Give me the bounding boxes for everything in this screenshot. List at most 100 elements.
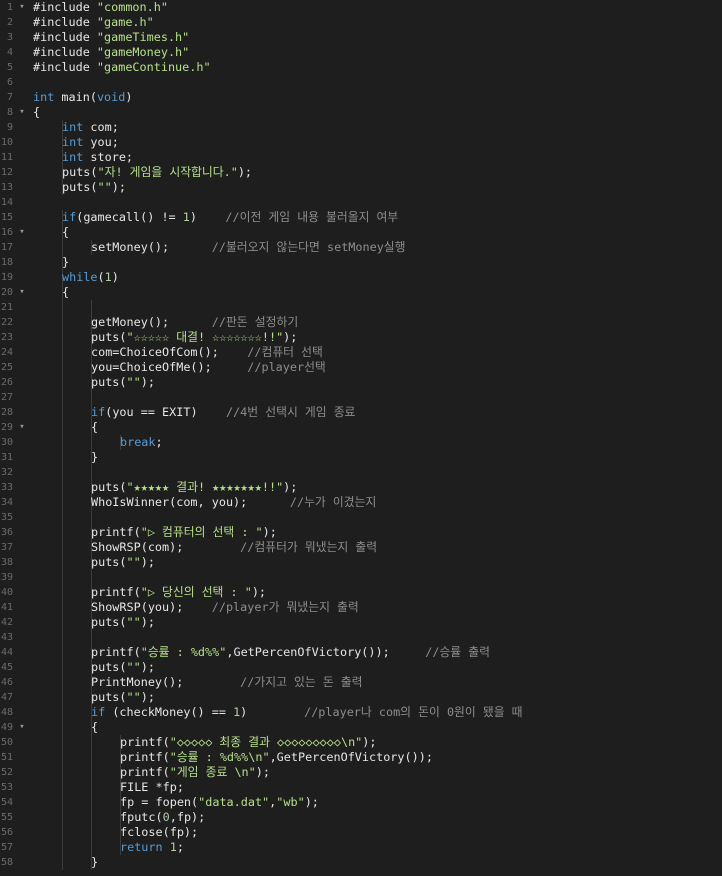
indent-guide — [91, 780, 92, 795]
code-text: } — [91, 450, 98, 465]
line-number: 3 — [6, 32, 13, 43]
code-line[interactable]: 3 #include "gameTimes.h" — [0, 30, 722, 45]
code-line[interactable]: 9 int com; — [0, 120, 722, 135]
code-token: } — [62, 255, 70, 269]
code-token: ); — [251, 585, 267, 599]
code-token: //player가 뭐냈는지 출력 — [211, 600, 359, 614]
fold-toggle-icon[interactable]: ▾ — [17, 720, 27, 735]
code-line[interactable]: 7 int main(void) — [0, 90, 722, 105]
code-line[interactable]: 55 fputc(0,fp); — [0, 810, 722, 825]
code-text: ShowRSP(com); //컴퓨터가 뭐냈는지 출력 — [91, 540, 377, 555]
code-line[interactable]: 17 setMoney(); //불러오지 않는다면 setMoney실행 — [0, 240, 722, 255]
code-line[interactable]: 10 int you; — [0, 135, 722, 150]
code-token: (checkMoney() == — [105, 705, 234, 719]
code-text: puts(""); — [91, 660, 155, 675]
code-line[interactable]: 48 if (checkMoney() == 1) //player나 com의 … — [0, 705, 722, 720]
code-line[interactable]: 28 if(you == EXIT) //4번 선택시 게임 종료 — [0, 405, 722, 420]
code-token: 0 — [162, 810, 170, 824]
code-line[interactable]: 44 printf("승률 : %d%%",GetPercenOfVictory(… — [0, 645, 722, 660]
code-line[interactable]: 33 puts("★★★★★ 결과! ★★★★★★★!!"); — [0, 480, 722, 495]
code-token: ); — [140, 615, 155, 629]
code-token: if — [62, 210, 77, 224]
code-line[interactable]: 36 printf("▷ 컴퓨터의 선택 : "); — [0, 525, 722, 540]
code-line[interactable]: 29 ▾ { — [0, 420, 722, 435]
code-line[interactable]: 16 ▾ { — [0, 225, 722, 240]
code-line[interactable]: 24 com=ChoiceOfCom(); //컴퓨터 선택 — [0, 345, 722, 360]
code-line[interactable]: 35 — [0, 510, 722, 525]
code-line[interactable]: 2 #include "game.h" — [0, 15, 722, 30]
code-line[interactable]: 58} — [0, 855, 722, 870]
code-line[interactable]: 13 puts(""); — [0, 180, 722, 195]
code-line[interactable]: 12 puts("자! 게임을 시작합니다."); — [0, 165, 722, 180]
code-token: "common.h" — [96, 0, 168, 14]
code-line[interactable]: 56 fclose(fp); — [0, 825, 722, 840]
code-token: ; — [176, 840, 184, 854]
code-token: ); — [237, 165, 253, 179]
code-line[interactable]: 14 — [0, 195, 722, 210]
code-line[interactable]: 22 getMoney(); //판돈 설정하기 — [0, 315, 722, 330]
code-token: int — [62, 135, 84, 149]
code-token: "★★★★★ 결과! ★★★★★★★!!" — [126, 480, 284, 494]
indent-guide — [62, 705, 63, 720]
code-token: WhoIsWinner(com, you); — [91, 495, 290, 509]
code-line[interactable]: 27 — [0, 390, 722, 405]
code-line[interactable]: 25 you=ChoiceOfMe(); //player선택 — [0, 360, 722, 375]
code-line[interactable]: 38 puts(""); — [0, 555, 722, 570]
code-line[interactable]: 20 ▾ { — [0, 285, 722, 300]
code-line[interactable]: 21 — [0, 300, 722, 315]
code-line[interactable]: 5 #include "gameContinue.h" — [0, 60, 722, 75]
code-token: "자! 게임을 시작합니다." — [97, 165, 238, 179]
code-line[interactable]: 4 #include "gameMoney.h" — [0, 45, 722, 60]
code-line[interactable]: 34 WhoIsWinner(com, you); //누가 이겼는지 — [0, 495, 722, 510]
line-number: 9 — [6, 122, 13, 133]
code-line[interactable]: 54 fp = fopen("data.dat","wb"); — [0, 795, 722, 810]
code-token: ); — [140, 690, 155, 704]
indent-guide — [62, 720, 63, 735]
code-token: ( — [97, 270, 105, 284]
code-line[interactable]: 39 — [0, 570, 722, 585]
code-line[interactable]: 51 printf("승률 : %d%%\n",GetPercenOfVictor… — [0, 750, 722, 765]
fold-toggle-icon[interactable]: ▾ — [17, 225, 27, 240]
code-token: "게임 종료 \n" — [169, 765, 256, 779]
code-line[interactable]: 31} — [0, 450, 722, 465]
code-line[interactable]: 23 puts("☆☆☆☆☆ 대결! ☆☆☆☆☆☆☆!!"); — [0, 330, 722, 345]
code-line[interactable]: 42 puts(""); — [0, 615, 722, 630]
code-line[interactable]: 1 ▾ #include "common.h" — [0, 0, 722, 15]
code-line[interactable]: 49 ▾ { — [0, 720, 722, 735]
code-line[interactable]: 47 puts(""); — [0, 690, 722, 705]
code-line[interactable]: 30 break; — [0, 435, 722, 450]
fold-toggle-icon[interactable]: ▾ — [17, 105, 27, 120]
code-line[interactable]: 43 — [0, 630, 722, 645]
code-editor[interactable]: 1 ▾ #include "common.h" 2 #include "game.h" 3… — [0, 0, 722, 876]
code-line[interactable]: 11 int store; — [0, 150, 722, 165]
fold-toggle-icon[interactable]: ▾ — [17, 285, 27, 300]
code-line[interactable]: 46 PrintMoney(); //가지고 있는 돈 출력 — [0, 675, 722, 690]
code-line[interactable]: 19 while(1) — [0, 270, 722, 285]
code-line[interactable]: 6 — [0, 75, 722, 90]
code-line[interactable]: 37 ShowRSP(com); //컴퓨터가 뭐냈는지 출력 — [0, 540, 722, 555]
code-line[interactable]: 57 return 1; — [0, 840, 722, 855]
code-line[interactable]: 15 if(gamecall() != 1) //이전 게임 내용 불러올지 여부 — [0, 210, 722, 225]
code-line[interactable]: 50 printf("◇◇◇◇◇ 최종 결과 ◇◇◇◇◇◇◇◇◇\n"); — [0, 735, 722, 750]
fold-toggle-icon[interactable]: ▾ — [17, 0, 27, 15]
code-line[interactable]: 26 puts(""); — [0, 375, 722, 390]
code-line[interactable]: 45 puts(""); — [0, 660, 722, 675]
code-line[interactable]: 40 printf("▷ 당신의 선택 : "); — [0, 585, 722, 600]
code-token: //이전 게임 내용 불러올지 여부 — [225, 210, 399, 224]
code-line[interactable]: 41 ShowRSP(you); //player가 뭐냈는지 출력 — [0, 600, 722, 615]
code-line[interactable]: 8 ▾ { — [0, 105, 722, 120]
code-token: ); — [140, 375, 155, 389]
code-token: "승률 : %d%%" — [140, 645, 227, 659]
code-token: int — [62, 120, 84, 134]
fold-toggle-icon[interactable]: ▾ — [17, 420, 27, 435]
code-line[interactable]: 32 — [0, 465, 722, 480]
code-token: #include — [33, 30, 97, 44]
code-token: break — [120, 435, 156, 449]
code-line[interactable]: 18} — [0, 255, 722, 270]
code-line[interactable]: 53 FILE *fp; — [0, 780, 722, 795]
indent-guide — [91, 735, 92, 750]
code-text: #include "gameMoney.h" — [33, 45, 189, 60]
code-line[interactable]: 52 printf("게임 종료 \n"); — [0, 765, 722, 780]
indent-guide — [62, 375, 63, 390]
code-token: com=ChoiceOfCom(); — [91, 345, 248, 359]
